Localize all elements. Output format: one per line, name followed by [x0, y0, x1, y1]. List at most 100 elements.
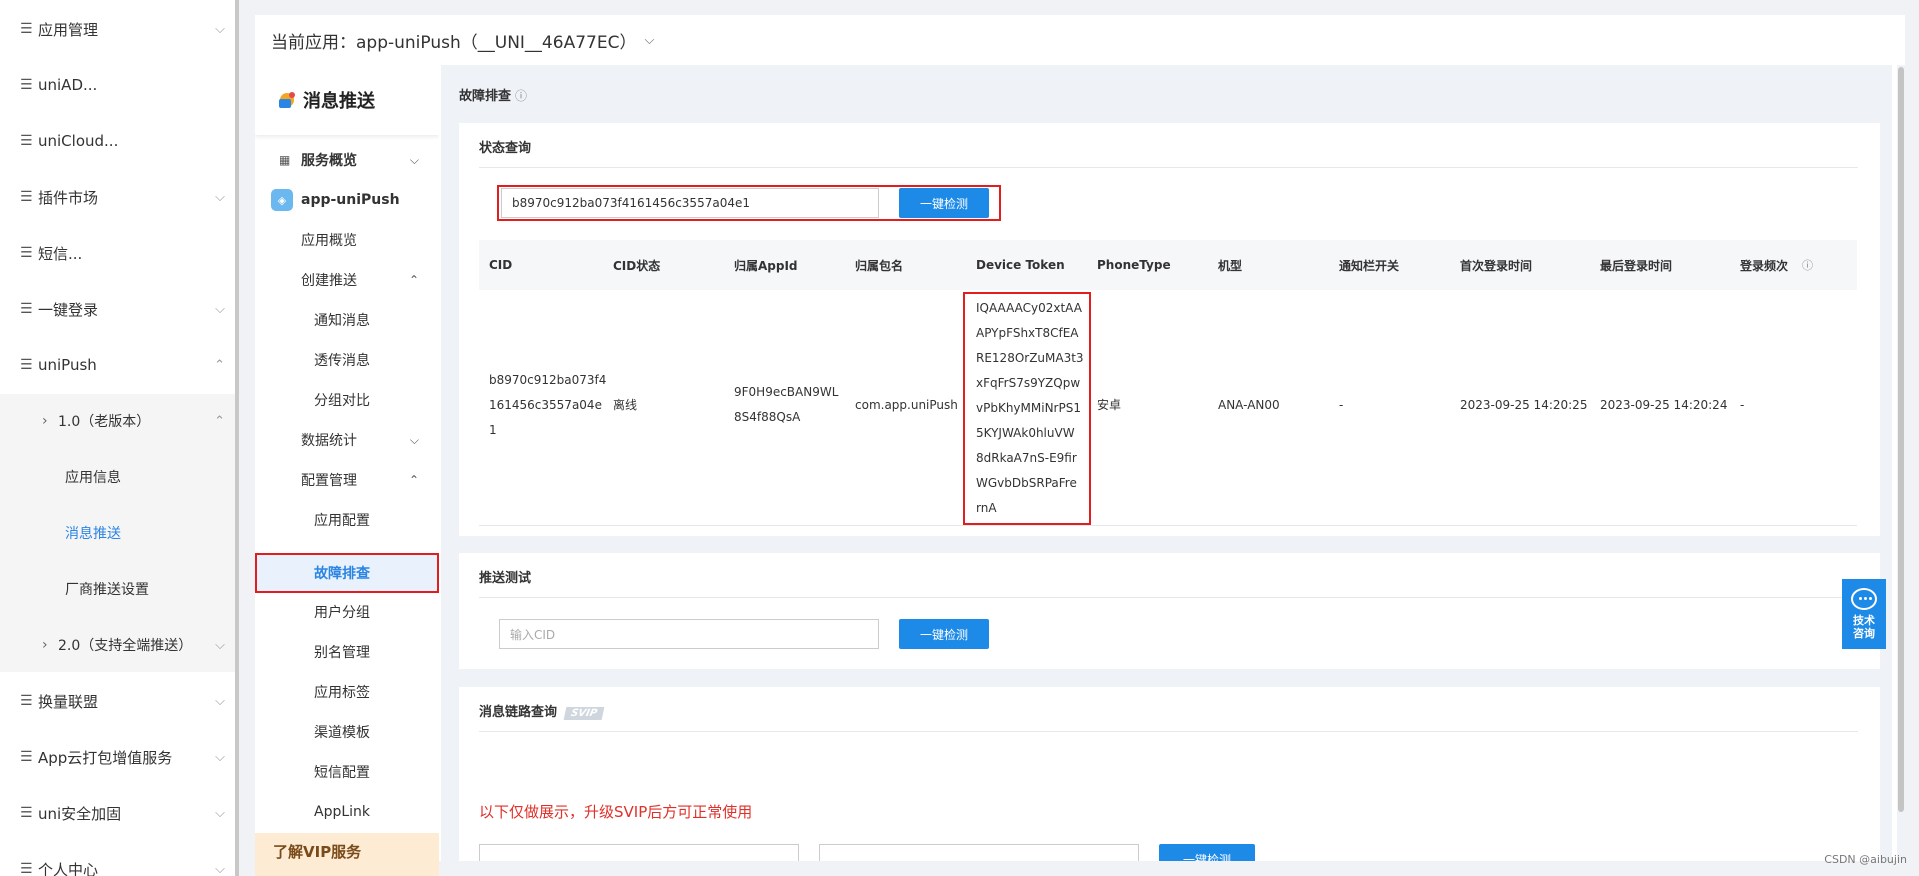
chevron-down-icon: ⌵ [215, 749, 225, 765]
scrollbar-thumb[interactable] [1898, 67, 1904, 812]
nav-sub-message-push[interactable]: 消息推送 [0, 505, 235, 561]
content-scrollbar[interactable] [1897, 65, 1905, 861]
app-selector[interactable]: 当前应用：app-uniPush（__UNI__46A77EC） ⌵ [255, 15, 1905, 65]
divider [479, 731, 1858, 732]
detect-button[interactable]: 一键检测 [899, 188, 989, 218]
chevron-down-icon: ⌵ [215, 301, 225, 317]
detect-button[interactable]: 一键检测 [899, 619, 989, 649]
subnav-item-create-push[interactable]: 创建推送 ⌃ [255, 260, 439, 300]
nav-item-unicloud[interactable]: ☰ uniCloud... [0, 113, 235, 169]
subnav-item-group-compare[interactable]: 分组对比 [255, 380, 439, 420]
col-device-token: Device Token [976, 258, 1065, 272]
trace-input-2[interactable] [819, 844, 1139, 861]
cell-model: ANA-AN00 [1218, 398, 1280, 412]
left-nav-scrollbar[interactable] [235, 0, 239, 876]
chevron-up-icon: ⌃ [214, 357, 225, 373]
table-header: CID CID状态 归属AppId 归属包名 Device Token Phon… [479, 240, 1857, 290]
cell-status: 离线 [613, 398, 638, 412]
subnav-item-troubleshooting[interactable]: 故障排查 [255, 553, 439, 593]
nav-item-cloud-packaging[interactable]: ☰ App云打包增值服务 ⌵ [0, 729, 235, 785]
cid-input[interactable]: 输入CID [499, 619, 879, 649]
list-icon: ☰ [20, 749, 33, 765]
content-area: 故障排查 ⓘ 状态查询 b8970c912ba073f4161456c3557a0… [441, 65, 1892, 861]
subnav-item-applink[interactable]: AppLink [255, 792, 439, 832]
nav-item-unipush[interactable]: ☰ uniPush ⌃ [0, 337, 235, 393]
cell-appid: 9F0H9ecBAN9WL 8S4f88QsA [734, 385, 839, 424]
subnav-item-user-groups[interactable]: 用户分组 [255, 592, 439, 632]
list-icon: ☰ [20, 693, 33, 709]
nav-item-one-click-login[interactable]: ☰ 一键登录 ⌵ [0, 281, 235, 337]
col-appid: 归属AppId [734, 258, 798, 273]
nav-item-sms[interactable]: ☰ 短信... [0, 225, 235, 281]
nav-item-app-management[interactable]: ☰ 应用管理 ⌵ [0, 1, 235, 57]
chevron-up-icon: ⌃ [408, 273, 419, 287]
cell-last-login: 2023-09-25 14:20:24 [1600, 398, 1728, 412]
nav-item-plugin-market[interactable]: ☰ 插件市场 ⌵ [0, 169, 235, 225]
nav-sub-unipush-2[interactable]: › 2.0（支持全端推送） ⌵ [0, 617, 235, 673]
col-first-login: 首次登录时间 [1460, 258, 1533, 273]
chevron-down-icon: ⌵ [215, 637, 225, 653]
subnav-item-config-management[interactable]: 配置管理 ⌃ [255, 460, 439, 500]
table-row: b8970c912ba073f4 161456c3557a04e 1 离线 9F… [479, 290, 1857, 526]
nav-sub-app-info[interactable]: 应用信息 [0, 449, 235, 505]
chevron-down-icon: ⌵ [409, 152, 419, 167]
subnav-service-overview[interactable]: ▦ 服务概览 ⌵ [255, 140, 439, 180]
chevron-up-icon: ⌃ [408, 473, 419, 487]
vip-service-banner[interactable]: 了解VIP服务 [255, 833, 439, 876]
chevron-right-icon: › [42, 413, 48, 429]
col-model: 机型 [1218, 258, 1243, 273]
trace-input-1[interactable] [479, 844, 799, 861]
detect-button[interactable]: 一键检测 [1159, 844, 1255, 861]
subnav-item-notification-msg[interactable]: 通知消息 [255, 300, 439, 340]
message-trace-title: 消息链路查询 SVIP [479, 701, 605, 720]
tech-consult-button[interactable]: 技术 咨询 [1842, 579, 1886, 649]
subnav-item-data-stats[interactable]: 数据统计 ⌵ [255, 420, 439, 460]
subnav-app-name[interactable]: ◈ app-uniPush [255, 180, 439, 220]
svip-notice: 以下仅做展示，升级SVIP后方可正常使用 [479, 803, 753, 821]
cid-input[interactable]: b8970c912ba073f4161456c3557a04e1 [501, 188, 879, 218]
cell-login-freq: - [1740, 398, 1745, 412]
svip-badge: SVIP [563, 707, 605, 720]
list-icon: ☰ [20, 245, 33, 261]
nav-sub-vendor-push-settings[interactable]: 厂商推送设置 [0, 561, 235, 617]
help-circle-icon[interactable]: ⓘ [1802, 257, 1813, 273]
subnav-item-channel-templates[interactable]: 渠道模板 [255, 712, 439, 752]
nav-item-uniad[interactable]: ☰ uniAD... [0, 57, 235, 113]
col-cid: CID [489, 258, 513, 272]
nav-item-personal-center[interactable]: ☰ 个人中心 ⌵ [0, 841, 235, 876]
col-package: 归属包名 [855, 258, 904, 273]
divider [479, 597, 1858, 598]
nav-item-traffic-alliance[interactable]: ☰ 换量联盟 ⌵ [0, 673, 235, 729]
col-cid-status: CID状态 [613, 258, 661, 273]
subnav-header: 消息推送 [255, 65, 439, 135]
subnav-item-app-tags[interactable]: 应用标签 [255, 672, 439, 712]
app-cube-icon: ◈ [271, 189, 293, 211]
chevron-down-icon: ⌵ [215, 861, 225, 876]
subnav-item-sms-config[interactable]: 短信配置 [255, 752, 439, 792]
chevron-down-icon: ⌵ [215, 805, 225, 821]
col-last-login: 最后登录时间 [1600, 258, 1673, 273]
subnav-item-app-config[interactable]: 应用配置 [255, 500, 439, 540]
nav-sub-unipush-1[interactable]: › 1.0（老版本） ⌃ [0, 393, 235, 449]
cell-phone-type: 安卓 [1097, 398, 1122, 412]
cell-package: com.app.uniPush [855, 398, 958, 412]
col-phone-type: PhoneType [1097, 258, 1171, 272]
service-subnav: 消息推送 ▦ 服务概览 ⌵ ◈ app-uniPush 应用概览 创建推送 ⌃ … [255, 65, 439, 876]
chevron-up-icon: ⌃ [214, 413, 225, 429]
help-circle-icon[interactable]: ⓘ [515, 89, 527, 103]
page-title: 故障排查 ⓘ [459, 89, 528, 104]
list-icon: ☰ [20, 357, 33, 373]
list-icon: ☰ [20, 301, 33, 317]
list-icon: ☰ [20, 133, 33, 149]
nav-item-security-hardening[interactable]: ☰ uni安全加固 ⌵ [0, 785, 235, 841]
list-icon: ☰ [20, 805, 33, 821]
subnav-item-app-overview[interactable]: 应用概览 [255, 220, 439, 260]
list-icon: ☰ [20, 77, 33, 93]
status-query-panel: 状态查询 b8970c912ba073f4161456c3557a04e1 一键… [459, 123, 1880, 536]
app-root: ☰ 应用管理 ⌵ ☰ uniAD... ☰ uniCloud... ☰ 插件市场… [0, 0, 1919, 876]
subnav-item-alias-management[interactable]: 别名管理 [255, 632, 439, 672]
chevron-down-icon: ⌵ [215, 693, 225, 709]
subnav-item-passthrough-msg[interactable]: 透传消息 [255, 340, 439, 380]
col-notify-switch: 通知栏开关 [1339, 258, 1400, 273]
watermark: CSDN @aibujin [1824, 853, 1907, 866]
